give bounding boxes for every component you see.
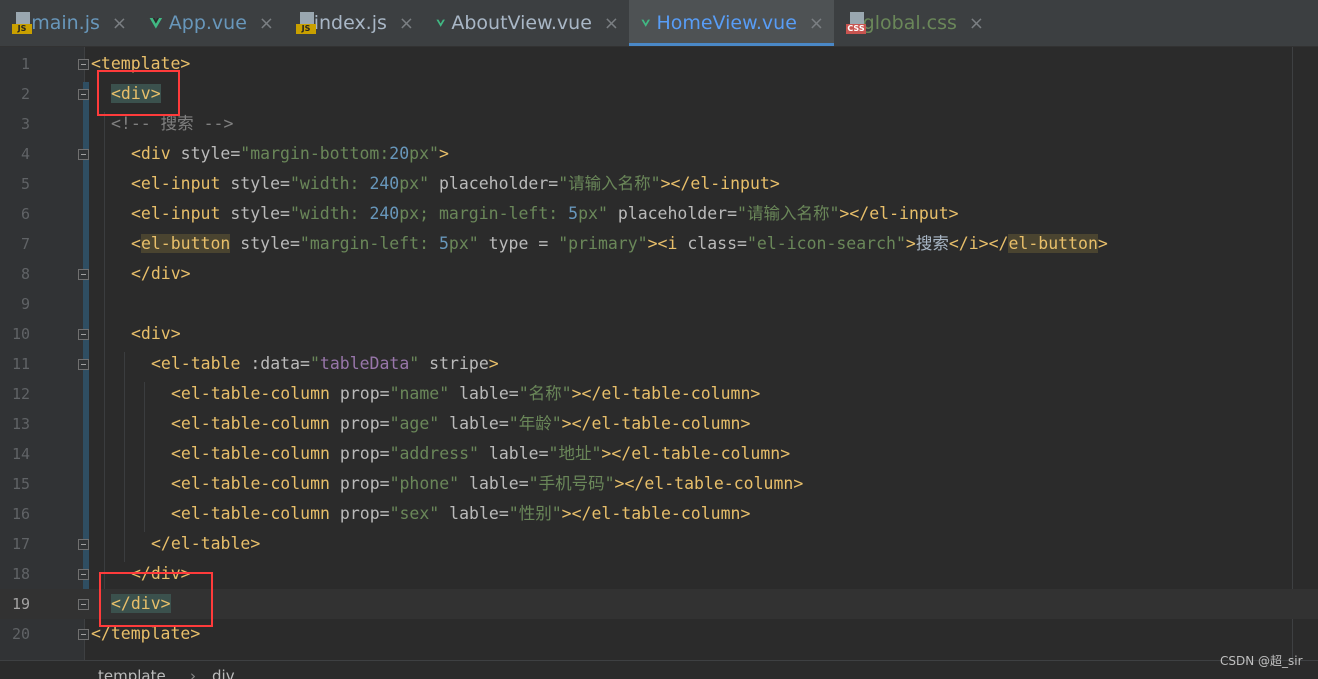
fold-toggle-icon[interactable] <box>78 599 89 610</box>
code-line-14: 14 <el-table-column prop="address" lable… <box>11 444 791 463</box>
code-line-15: 15 <el-table-column prop="phone" lable="… <box>11 474 804 493</box>
close-icon[interactable]: × <box>399 13 414 34</box>
watermark: CSDN @超_sir <box>1220 654 1303 668</box>
breadcrumb: template › div <box>0 660 1318 679</box>
fold-toggle-icon[interactable] <box>78 629 89 640</box>
annotation-box-open-div <box>97 70 180 116</box>
fold-toggle-icon[interactable] <box>78 89 89 100</box>
close-icon[interactable]: × <box>112 13 127 34</box>
breadcrumb-item-template[interactable]: template <box>98 667 166 679</box>
annotation-box-close-div <box>99 572 213 627</box>
tab-main-js[interactable]: JS main.js × <box>0 0 137 46</box>
code-line-12: 12 <el-table-column prop="name" lable="名… <box>11 384 761 403</box>
code-editor[interactable]: 1 <template> 2 <div> 3 <!-- 搜索 --> 4 <di… <box>0 47 1318 660</box>
breadcrumb-separator: › <box>190 667 196 679</box>
code-line-10: 10 <div> <box>11 324 181 343</box>
tab-label: AboutView.vue <box>451 12 592 34</box>
js-file-icon: JS <box>12 12 32 34</box>
vue-file-icon <box>436 19 445 27</box>
tab-aboutview-vue[interactable]: AboutView.vue × <box>424 0 629 46</box>
code-line-17: 17 </el-table> <box>11 534 261 553</box>
fold-toggle-icon[interactable] <box>78 329 89 340</box>
fold-toggle-icon[interactable] <box>78 269 89 280</box>
code-line-4: 4 <div style="margin-bottom:20px"> <box>20 144 449 163</box>
close-icon[interactable]: × <box>809 13 824 34</box>
vue-file-icon <box>149 17 163 29</box>
tab-label: main.js <box>31 12 100 34</box>
tab-global-css[interactable]: CSS global.css × <box>834 0 994 46</box>
editor-tab-bar: JS main.js × App.vue × JS index.js × Abo… <box>0 0 1318 47</box>
fold-toggle-icon[interactable] <box>78 59 89 70</box>
close-icon[interactable]: × <box>969 13 984 34</box>
tab-index-js[interactable]: JS index.js × <box>284 0 424 46</box>
code-line-9: 9 <box>20 295 30 313</box>
tab-label: global.css <box>862 12 957 34</box>
css-file-icon: CSS <box>846 12 866 34</box>
close-icon[interactable]: × <box>604 13 619 34</box>
fold-toggle-icon[interactable] <box>78 569 89 580</box>
code-line-16: 16 <el-table-column prop="sex" lable="性别… <box>11 504 751 523</box>
tab-label: App.vue <box>168 12 247 34</box>
code-line-6: 6 <el-input style="width: 240px; margin-… <box>20 204 959 223</box>
code-line-13: 13 <el-table-column prop="age" lable="年龄… <box>11 414 751 433</box>
fold-toggle-icon[interactable] <box>78 149 89 160</box>
code-line-2: 2 <div> <box>20 84 161 103</box>
close-icon[interactable]: × <box>259 13 274 34</box>
code-line-8: 8 </div> <box>20 264 191 283</box>
tab-label: index.js <box>313 12 387 34</box>
code-line-1: 1 <template> <box>20 54 191 73</box>
code-line-7: 7 <el-button style="margin-left: 5px" ty… <box>20 234 1108 253</box>
vue-file-icon <box>641 19 651 27</box>
fold-toggle-icon[interactable] <box>78 359 89 370</box>
fold-toggle-icon[interactable] <box>78 539 89 550</box>
code-line-11: 11 <el-table :data="tableData" stripe> <box>11 354 499 373</box>
code-line-5: 5 <el-input style="width: 240px" placeho… <box>20 174 780 193</box>
tab-app-vue[interactable]: App.vue × <box>137 0 284 46</box>
breadcrumb-item-div[interactable]: div <box>212 667 235 679</box>
js-file-icon: JS <box>296 12 316 34</box>
tab-homeview-vue[interactable]: HomeView.vue × <box>629 0 834 46</box>
tab-label: HomeView.vue <box>656 12 797 34</box>
code-line-3: 3 <!-- 搜索 --> <box>20 114 234 133</box>
